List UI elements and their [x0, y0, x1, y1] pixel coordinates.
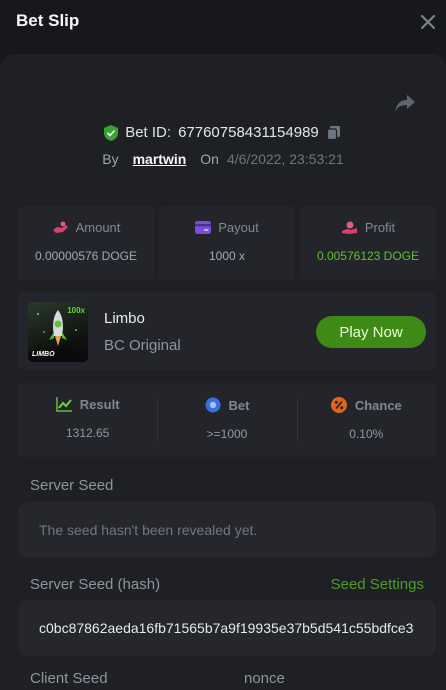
payout-card: Payout 1000 x [159, 206, 295, 280]
nonce-label: nonce [244, 670, 285, 687]
result-panel: Result 1312.65 Bet >=1000 Chance 0.10% [18, 383, 436, 457]
result-column: Result 1312.65 [18, 383, 157, 457]
server-seed-field[interactable]: The seed hasn't been revealed yet. [18, 502, 436, 558]
payout-value: 1000 x [208, 249, 246, 263]
thumb-title: LIMBO [32, 351, 55, 358]
chance-column: Chance 0.10% [296, 383, 436, 457]
chance-value: 0.10% [349, 427, 384, 441]
chance-label: Chance [354, 397, 402, 413]
seed-settings-link[interactable]: Seed Settings [331, 576, 424, 593]
bet-label: Bet [228, 397, 250, 413]
bet-date: 4/6/2022, 23:53:21 [226, 151, 344, 167]
game-name: Limbo [104, 310, 145, 327]
username-link[interactable]: martwin [133, 151, 187, 167]
verified-shield-icon [104, 124, 119, 141]
bet-value: >=1000 [206, 427, 248, 441]
game-subtitle: BC Original [104, 337, 181, 354]
server-seed-label: Server Seed [30, 477, 114, 494]
play-now-button[interactable]: Play Now [316, 316, 426, 348]
amount-icon [52, 221, 68, 233]
by-label: By [102, 151, 119, 167]
copy-icon[interactable] [326, 125, 342, 141]
bet-target-icon [205, 397, 221, 413]
amount-card: Amount 0.00000576 DOGE [18, 206, 154, 280]
client-seed-label: Client Seed [30, 670, 108, 687]
result-label: Result [79, 397, 120, 412]
bet-slip-header: Bet Slip [0, 0, 446, 44]
profit-icon [341, 221, 357, 234]
page-title: Bet Slip [16, 11, 80, 30]
payout-icon [195, 221, 212, 234]
limbo-game-thumbnail[interactable]: 100x LIMBO [28, 302, 88, 362]
thumb-badge: 100x [67, 306, 85, 315]
bet-id-row: Bet ID: 67760758431154989 [0, 124, 446, 141]
bet-id-label: Bet ID: [125, 124, 172, 141]
profit-card: Profit 0.00576123 DOGE [300, 206, 436, 280]
result-value: 1312.65 [65, 426, 110, 440]
profit-value: 0.00576123 DOGE [316, 249, 420, 263]
bet-id-value: 67760758431154989 [178, 124, 319, 141]
bet-author-row: By martwin On 4/6/2022, 23:53:21 [0, 151, 446, 167]
close-icon[interactable] [416, 10, 440, 34]
server-seed-hash-field[interactable]: c0bc87862aeda16fb71565b7a9f19935e37b5d54… [18, 600, 436, 656]
profit-label: Profit [364, 220, 396, 235]
bet-slip-body [0, 54, 446, 690]
bet-stats: Amount 0.00000576 DOGE Payout 1000 x Pro… [18, 206, 436, 280]
on-label: On [200, 151, 219, 167]
server-seed-hash-label: Server Seed (hash) [30, 576, 161, 593]
amount-value: 0.00000576 DOGE [34, 249, 138, 263]
amount-label: Amount [75, 220, 121, 235]
bet-column: Bet >=1000 [157, 383, 296, 457]
share-icon[interactable] [394, 94, 416, 114]
result-trend-icon [55, 397, 72, 412]
payout-label: Payout [218, 220, 259, 235]
percent-icon [330, 397, 347, 413]
game-card: 100x LIMBO Limbo BC Original Play Now [18, 292, 436, 370]
